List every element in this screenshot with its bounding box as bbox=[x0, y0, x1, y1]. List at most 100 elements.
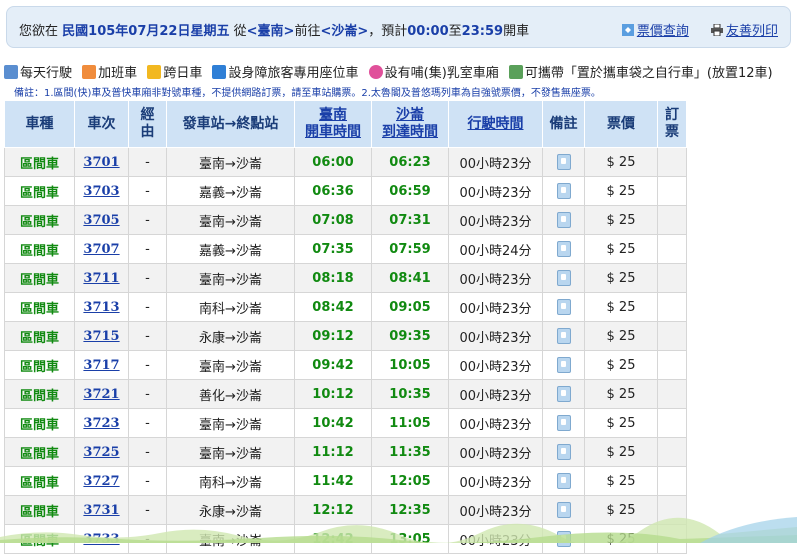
print-label: 友善列印 bbox=[725, 24, 778, 39]
via-cell: - bbox=[128, 495, 167, 525]
duration-cell: 00小時23分 bbox=[448, 176, 543, 206]
train-no-link[interactable]: 3701 bbox=[83, 155, 119, 170]
header-duration-label[interactable]: 行駛時間 bbox=[468, 116, 524, 132]
table-row: 區間車 3701- 臺南→沙崙 06:00 06:23 00小時23分 $ 25 bbox=[4, 147, 687, 177]
header-departure-line1[interactable]: 臺南 bbox=[319, 107, 347, 123]
query-time-to: 23:59 bbox=[461, 24, 504, 39]
duration-cell: 00小時23分 bbox=[448, 263, 543, 293]
fare-cell: $ 25 bbox=[584, 437, 658, 467]
header-arrival-line2[interactable]: 到達時間 bbox=[382, 124, 438, 140]
remark-cell bbox=[542, 408, 585, 438]
header-duration[interactable]: 行駛時間 bbox=[448, 100, 543, 148]
remark-cell bbox=[542, 524, 585, 554]
arrival-time-cell: 11:05 bbox=[371, 408, 449, 438]
fare-query-link[interactable]: 票價查詢 bbox=[621, 24, 689, 39]
remark-cell bbox=[542, 176, 585, 206]
easycard-icon bbox=[556, 415, 571, 431]
arrival-time-cell: 07:59 bbox=[371, 234, 449, 264]
remark-cell bbox=[542, 292, 585, 322]
easycard-icon bbox=[556, 531, 571, 547]
booking-cell bbox=[657, 379, 687, 409]
train-type-cell: 區間車 bbox=[4, 176, 75, 206]
header-departure[interactable]: 臺南 開車時間 bbox=[294, 100, 372, 148]
train-type-cell: 區間車 bbox=[4, 524, 75, 554]
fare-cell: $ 25 bbox=[584, 350, 658, 380]
query-summary: 您欲在 民國105年07月22日星期五 從<臺南>前往<沙崙>，預計00:00至… bbox=[19, 20, 529, 39]
route-cell: 臺南→沙崙 bbox=[166, 408, 295, 438]
fare-cell: $ 25 bbox=[584, 379, 658, 409]
train-no-link[interactable]: 3723 bbox=[83, 416, 119, 431]
train-no-cell: 3727 bbox=[74, 466, 129, 496]
train-no-cell: 3707 bbox=[74, 234, 129, 264]
print-link[interactable]: 友善列印 bbox=[710, 24, 778, 39]
arrival-time-cell: 12:35 bbox=[371, 495, 449, 525]
duration-cell: 00小時23分 bbox=[448, 321, 543, 351]
table-row: 區間車 3703- 嘉義→沙崙 06:36 06:59 00小時23分 $ 25 bbox=[4, 176, 687, 206]
via-cell: - bbox=[128, 321, 167, 351]
easycard-icon bbox=[556, 270, 571, 286]
duration-cell: 00小時23分 bbox=[448, 495, 543, 525]
departure-time-cell: 06:36 bbox=[294, 176, 372, 206]
train-no-link[interactable]: 3721 bbox=[83, 387, 119, 402]
header-fare: 票價 bbox=[584, 100, 658, 148]
train-no-link[interactable]: 3707 bbox=[83, 242, 119, 257]
departure-time-cell: 07:35 bbox=[294, 234, 372, 264]
header-train-type: 車種 bbox=[4, 100, 75, 148]
route-cell: 臺南→沙崙 bbox=[166, 263, 295, 293]
header-arrival-line1[interactable]: 沙崙 bbox=[396, 107, 424, 123]
legend-nursing-label: 設有哺(集)乳室車廂 bbox=[384, 66, 499, 81]
table-row: 區間車 3731- 永康→沙崙 12:12 12:35 00小時23分 $ 25 bbox=[4, 495, 687, 525]
train-no-link[interactable]: 3731 bbox=[83, 503, 119, 518]
arrival-time-cell: 11:35 bbox=[371, 437, 449, 467]
route-cell: 善化→沙崙 bbox=[166, 379, 295, 409]
duration-cell: 00小時23分 bbox=[448, 205, 543, 235]
header-via: 經由 bbox=[128, 100, 167, 148]
booking-cell bbox=[657, 205, 687, 235]
booking-cell bbox=[657, 234, 687, 264]
table-row: 區間車 3711- 臺南→沙崙 08:18 08:41 00小時23分 $ 25 bbox=[4, 263, 687, 293]
booking-cell bbox=[657, 524, 687, 554]
departure-time-cell: 12:42 bbox=[294, 524, 372, 554]
departure-time-cell: 11:12 bbox=[294, 437, 372, 467]
query-date: 民國105年07月22日星期五 bbox=[62, 24, 230, 39]
remark-cell bbox=[542, 350, 585, 380]
train-no-cell: 3721 bbox=[74, 379, 129, 409]
train-type-cell: 區間車 bbox=[4, 292, 75, 322]
train-no-link[interactable]: 3717 bbox=[83, 358, 119, 373]
train-no-link[interactable]: 3705 bbox=[83, 213, 119, 228]
header-departure-line2[interactable]: 開車時間 bbox=[305, 124, 361, 140]
duration-cell: 00小時23分 bbox=[448, 437, 543, 467]
fare-cell: $ 25 bbox=[584, 263, 658, 293]
train-no-link[interactable]: 3711 bbox=[83, 271, 119, 286]
legend: 每天行駛 加班車 跨日車 設身障旅客專用座位車 設有哺(集)乳室車廂 可攜帶「置… bbox=[4, 62, 779, 81]
table-row: 區間車 3723- 臺南→沙崙 10:42 11:05 00小時23分 $ 25 bbox=[4, 408, 687, 438]
remark-cell bbox=[542, 437, 585, 467]
duration-cell: 00小時23分 bbox=[448, 524, 543, 554]
train-type-cell: 區間車 bbox=[4, 495, 75, 525]
remark-cell bbox=[542, 495, 585, 525]
train-no-link[interactable]: 3733 bbox=[83, 532, 119, 547]
fare-cell: $ 25 bbox=[584, 408, 658, 438]
query-time-from: 00:00 bbox=[407, 24, 449, 39]
duration-cell: 00小時23分 bbox=[448, 379, 543, 409]
legend-nursing: 設有哺(集)乳室車廂 bbox=[368, 62, 499, 81]
fare-cell: $ 25 bbox=[584, 524, 658, 554]
header-booking: 訂票 bbox=[657, 100, 687, 148]
daily-icon bbox=[4, 65, 18, 79]
booking-cell bbox=[657, 437, 687, 467]
train-no-link[interactable]: 3727 bbox=[83, 474, 119, 489]
train-no-cell: 3725 bbox=[74, 437, 129, 467]
train-no-link[interactable]: 3713 bbox=[83, 300, 119, 315]
train-no-link[interactable]: 3703 bbox=[83, 184, 119, 199]
query-destination: <沙崙> bbox=[320, 24, 369, 39]
train-no-cell: 3733 bbox=[74, 524, 129, 554]
train-type-cell: 區間車 bbox=[4, 321, 75, 351]
train-no-link[interactable]: 3715 bbox=[83, 329, 119, 344]
via-cell: - bbox=[128, 147, 167, 177]
fare-cell: $ 25 bbox=[584, 234, 658, 264]
booking-cell bbox=[657, 147, 687, 177]
train-type-cell: 區間車 bbox=[4, 466, 75, 496]
train-no-link[interactable]: 3725 bbox=[83, 445, 119, 460]
header-arrival[interactable]: 沙崙 到達時間 bbox=[371, 100, 449, 148]
legend-extra: 加班車 bbox=[82, 62, 137, 81]
